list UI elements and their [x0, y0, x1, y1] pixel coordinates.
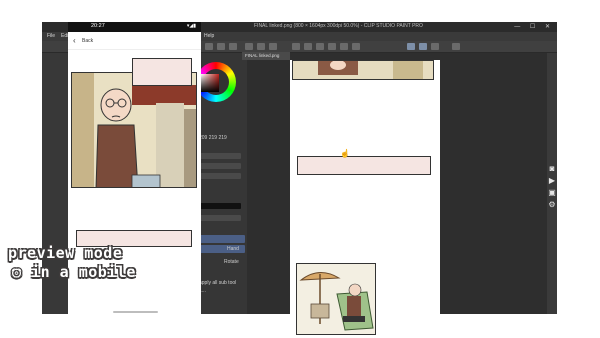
comic-panel-top [292, 60, 434, 80]
command-icon[interactable] [245, 43, 253, 50]
caption-line-1: preview mode [8, 244, 123, 262]
caption-line-2: ◎ in a mobile [12, 263, 136, 281]
color-swatch-row[interactable] [199, 203, 241, 209]
apply-all-label: apply all sub tool [199, 280, 237, 286]
color-saturation-square[interactable] [201, 74, 219, 92]
back-button[interactable]: Back [82, 38, 93, 44]
panel-row[interactable] [199, 153, 241, 159]
command-icon[interactable] [229, 43, 237, 50]
canvas-tab-label: FINAL linked.png [245, 53, 280, 58]
comic-panel-bottom [296, 263, 376, 335]
panel-row[interactable] [199, 163, 241, 169]
command-icon[interactable] [257, 43, 265, 50]
comic-page[interactable] [290, 60, 440, 335]
image-icon[interactable]: ▣ [547, 188, 557, 198]
gear-icon[interactable]: ⚙ [547, 200, 557, 210]
comic-panel [71, 72, 197, 188]
command-icon[interactable] [340, 43, 348, 50]
panel-row[interactable] [199, 215, 241, 221]
command-icon[interactable] [407, 43, 415, 50]
hand-cursor-icon: ☝ [340, 149, 350, 158]
menu-help[interactable]: Help [204, 33, 214, 39]
screenshot-stage: FINAL linked.png (800 × 1604px 300dpi 50… [0, 0, 600, 338]
command-icon[interactable] [292, 43, 300, 50]
phone-nav-bar: ‹ Back [68, 32, 201, 50]
window-controls[interactable]: — ☐ ✕ [514, 23, 554, 30]
command-icon[interactable] [419, 43, 427, 50]
command-icon[interactable] [304, 43, 312, 50]
overlay-caption: preview mode ◎ in a mobile [8, 244, 168, 282]
status-time: 20:27 [91, 23, 105, 29]
command-icon[interactable] [217, 43, 225, 50]
speech-text-box-top[interactable] [132, 58, 192, 86]
video-icon[interactable]: ▶ [547, 176, 557, 186]
rotate-tool-label[interactable]: Rotate [224, 259, 239, 265]
command-icon[interactable] [431, 43, 439, 50]
home-indicator [113, 311, 158, 313]
chevron-left-icon[interactable]: ‹ [73, 36, 76, 45]
command-icon[interactable] [452, 43, 460, 50]
status-icons: ▾◢▮ [186, 23, 196, 29]
right-icon-strip: ◙ ▶ ▣ ⚙ [545, 164, 559, 212]
command-icon[interactable] [328, 43, 336, 50]
hand-tool-label[interactable]: Hand [227, 246, 239, 252]
speech-text-box[interactable] [297, 156, 431, 175]
caption-line-2-text: in a mobile [31, 263, 136, 281]
command-icon[interactable] [205, 43, 213, 50]
tool-row-selected[interactable] [199, 235, 245, 243]
status-bar: 20:27 ▾◢▮ [68, 22, 201, 32]
command-icon[interactable] [316, 43, 324, 50]
canvas-tab[interactable]: FINAL linked.png [242, 52, 290, 60]
window-title: FINAL linked.png (800 × 1604px 300dpi 50… [254, 23, 423, 29]
command-icon[interactable] [269, 43, 277, 50]
menu-file[interactable]: File [47, 33, 55, 39]
size-value: 209 219 219 [199, 135, 227, 141]
camera-icon[interactable]: ◙ [547, 164, 557, 174]
panel-row[interactable] [199, 173, 241, 179]
command-icon[interactable] [352, 43, 360, 50]
